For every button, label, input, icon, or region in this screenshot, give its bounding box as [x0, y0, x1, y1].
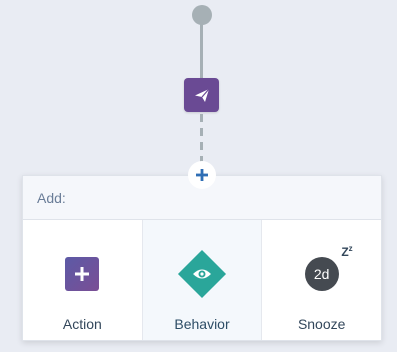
plus-square-icon	[65, 257, 100, 291]
option-behavior-label: Behavior	[174, 316, 230, 332]
option-snooze-label: Snooze	[297, 316, 346, 332]
connector-line	[200, 22, 203, 78]
snooze-badge-text: 2d	[313, 266, 330, 282]
option-snooze[interactable]: 2d Zz Snooze	[262, 220, 381, 340]
dashed-connector-line	[200, 114, 203, 164]
plus-icon	[196, 169, 208, 181]
option-action-label: Action	[62, 316, 102, 332]
add-panel: Add: Action Behavior 2d Zz Snooze	[22, 175, 382, 341]
option-behavior[interactable]: Behavior	[142, 220, 263, 340]
add-options: Action Behavior 2d Zz Snooze	[23, 220, 381, 340]
option-action[interactable]: Action	[23, 220, 143, 340]
add-step-button[interactable]	[188, 161, 216, 189]
paper-plane-icon	[194, 88, 209, 102]
send-step-node[interactable]	[184, 78, 219, 112]
sleep-z-icon: Zz	[341, 244, 353, 259]
snooze-clock-icon: 2d Zz	[304, 245, 353, 291]
eye-diamond-icon	[177, 249, 227, 299]
